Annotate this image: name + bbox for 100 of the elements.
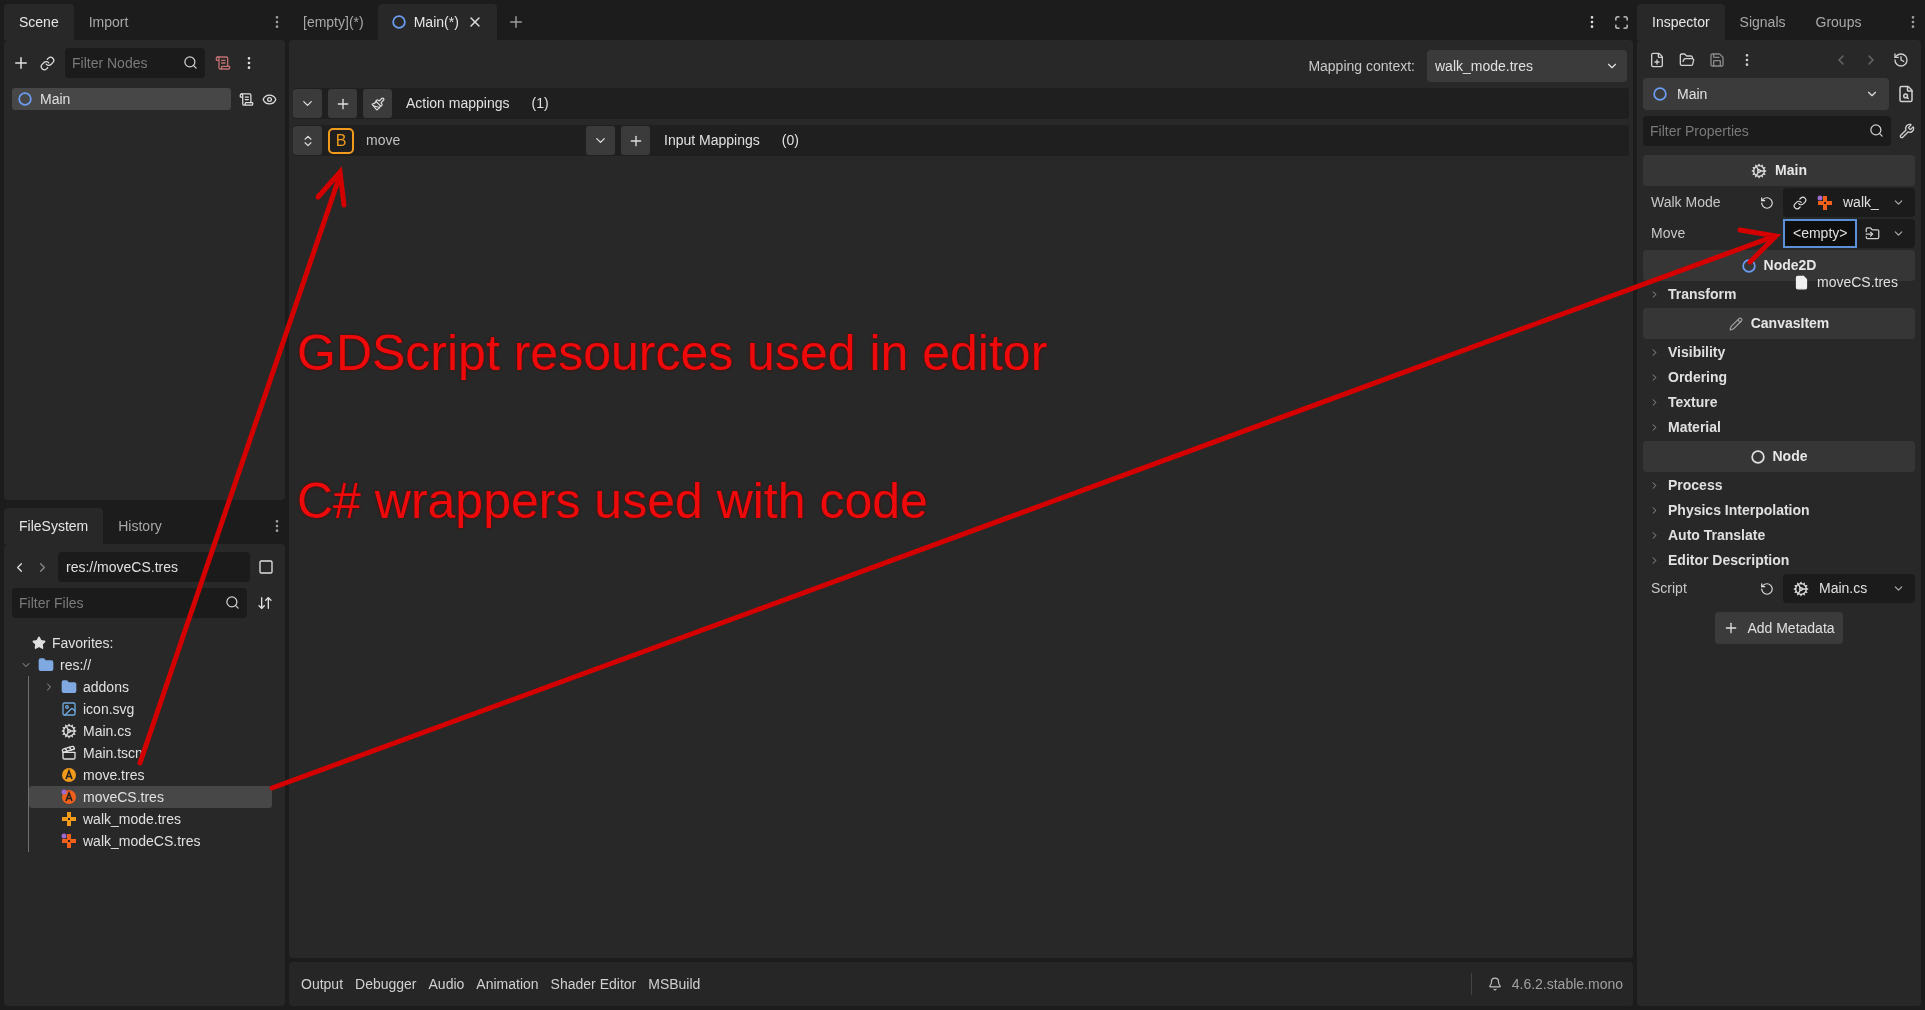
file-item[interactable]: moveCS.tres: [29, 786, 272, 808]
group-label: Physics Interpolation: [1668, 501, 1810, 520]
circle-icon: [1750, 449, 1765, 464]
property-group[interactable]: Ordering: [1643, 365, 1915, 390]
split-view-icon[interactable]: [258, 559, 274, 575]
node-selector[interactable]: Main: [1643, 78, 1889, 110]
section-header[interactable]: Node: [1643, 441, 1915, 472]
file-item[interactable]: res://: [12, 654, 272, 676]
wrench-icon[interactable]: [1899, 123, 1915, 139]
tab-label: [empty](*): [303, 12, 364, 32]
tab-label: Main(*): [413, 12, 459, 32]
add-metadata-button[interactable]: Add Metadata: [1715, 612, 1843, 644]
editor-tab[interactable]: [empty](*): [289, 4, 378, 40]
add-button[interactable]: [621, 126, 650, 155]
dock-tab[interactable]: Inspector: [1637, 4, 1725, 40]
bottom-panel-tab[interactable]: Output: [295, 969, 350, 999]
new-file-icon[interactable]: [1649, 52, 1665, 68]
file-item[interactable]: walk_modeCS.tres: [29, 830, 272, 852]
property-group[interactable]: Auto Translate: [1643, 523, 1915, 548]
search-icon: [225, 595, 240, 610]
reorder-button[interactable]: [293, 126, 322, 155]
scene-node[interactable]: Main: [12, 88, 231, 110]
bottom-panel-tab[interactable]: Debugger: [349, 969, 423, 999]
save-icon[interactable]: [1709, 52, 1725, 68]
docs-icon[interactable]: [1897, 85, 1915, 103]
input-mappings-title: Input Mappings: [664, 131, 760, 150]
filter-nodes-field[interactable]: Filter Nodes: [65, 48, 205, 78]
action-icon: [61, 789, 77, 805]
resource-value: <empty>: [1783, 219, 1858, 248]
folder-icon[interactable]: [1865, 226, 1881, 241]
filter-files-field[interactable]: Filter Files: [12, 588, 247, 618]
resource-picker[interactable]: <empty>: [1783, 219, 1915, 248]
group-label: Auto Translate: [1668, 526, 1766, 545]
favorites-label: Favorites:: [52, 633, 114, 653]
resource-picker[interactable]: walk_: [1783, 188, 1915, 217]
file-icon: [1794, 275, 1809, 290]
bottom-panel-tab[interactable]: Audio: [422, 969, 471, 999]
key-badge: B: [328, 127, 354, 154]
action-name-field[interactable]: move: [360, 126, 580, 155]
bottom-panel-tab[interactable]: Shader Editor: [544, 969, 643, 999]
folder-icon[interactable]: [1679, 52, 1695, 68]
file-item[interactable]: Main.cs: [29, 720, 272, 742]
file-item[interactable]: icon.svg: [29, 698, 272, 720]
bottom-panel-tab[interactable]: MSBuild: [642, 969, 707, 999]
gear-icon: [1751, 162, 1768, 179]
circle-icon: [391, 15, 406, 29]
dock-tab[interactable]: Scene: [4, 4, 74, 40]
image-icon: [61, 701, 77, 717]
section-title: CanvasItem: [1750, 314, 1830, 333]
property-group[interactable]: Process: [1643, 473, 1915, 498]
star-icon: [32, 636, 46, 650]
clear-button[interactable]: [363, 89, 392, 118]
property-label: Move: [1651, 224, 1687, 243]
dock-tab[interactable]: Signals: [1724, 4, 1801, 40]
link-icon[interactable]: [40, 55, 55, 71]
add-button[interactable]: [328, 89, 357, 118]
group-label: Texture: [1668, 393, 1718, 412]
file-name: res://: [60, 655, 92, 675]
file-name: icon.svg: [83, 699, 135, 719]
file-item[interactable]: Main.tscn: [29, 742, 272, 764]
search-icon: [1869, 123, 1884, 138]
file-item[interactable]: walk_mode.tres: [29, 808, 272, 830]
resource-picker[interactable]: Main.cs: [1783, 574, 1915, 603]
group-label: Process: [1668, 476, 1723, 495]
property-group[interactable]: Physics Interpolation: [1643, 498, 1915, 523]
editor-tab[interactable]: Main(*): [377, 4, 497, 40]
section-title: Main: [1775, 161, 1807, 180]
property-group[interactable]: Texture: [1643, 390, 1915, 415]
file-name: walk_modeCS.tres: [83, 831, 201, 851]
cross-icon: [61, 811, 77, 827]
bottom-panel-tab[interactable]: Animation: [470, 969, 545, 999]
property-group[interactable]: Editor Description: [1643, 548, 1915, 573]
section-header[interactable]: Main: [1643, 155, 1915, 186]
add-icon[interactable]: [12, 54, 30, 72]
revert-icon[interactable]: [1760, 581, 1774, 596]
group-label: Transform: [1668, 285, 1737, 304]
section-title: Node: [1772, 447, 1808, 466]
link-icon[interactable]: [1793, 195, 1807, 210]
dock-tab[interactable]: FileSystem: [4, 508, 104, 544]
sort-icon[interactable]: [257, 595, 273, 611]
file-item[interactable]: addons: [29, 676, 272, 698]
node-name: Main: [1677, 84, 1709, 104]
path-field[interactable]: res://moveCS.tres: [58, 552, 250, 582]
file-name: walk_mode.tres: [83, 809, 182, 829]
mapping-context-dropdown[interactable]: walk_mode.tres: [1427, 50, 1627, 82]
dock-tab[interactable]: Import: [73, 4, 144, 40]
history-icon[interactable]: [1893, 52, 1909, 68]
property-group[interactable]: Material: [1643, 415, 1915, 440]
annotation-text: GDScript resources used in editor: [297, 328, 1048, 378]
section-header[interactable]: CanvasItem: [1643, 308, 1915, 339]
dock-tab[interactable]: History: [103, 508, 177, 544]
dock-tab[interactable]: Groups: [1800, 4, 1877, 40]
visibility-icon[interactable]: [262, 91, 277, 107]
file-item[interactable]: move.tres: [29, 764, 272, 786]
property-group[interactable]: Visibility: [1643, 340, 1915, 365]
revert-icon[interactable]: [1760, 195, 1774, 210]
property-label: Walk Mode: [1651, 193, 1722, 212]
search-icon: [183, 55, 198, 70]
filter-properties-field[interactable]: Filter Properties: [1643, 116, 1891, 146]
fullscreen-icon[interactable]: [1614, 15, 1629, 30]
